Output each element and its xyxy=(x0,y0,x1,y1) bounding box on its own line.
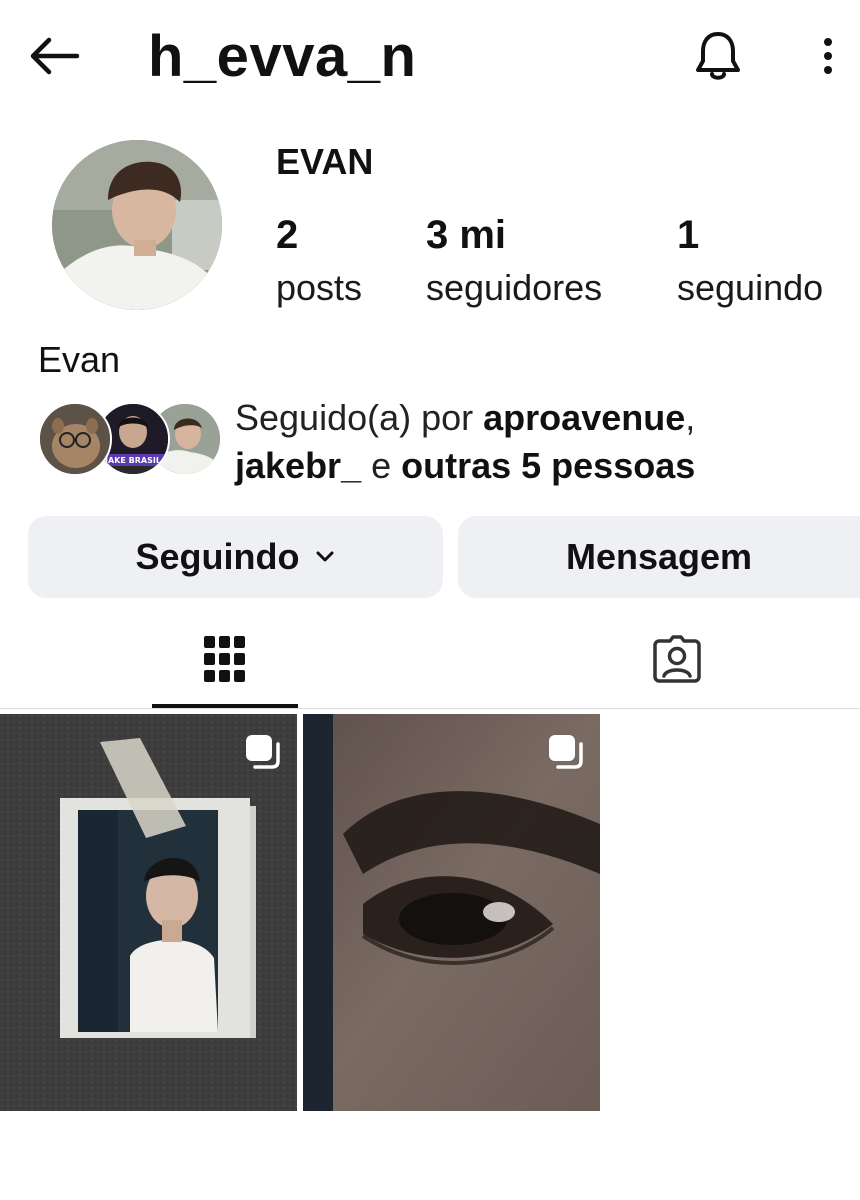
more-options-button[interactable] xyxy=(808,30,848,82)
post-thumbnail[interactable] xyxy=(303,714,600,1111)
profile-username: h_evva_n xyxy=(148,24,417,89)
display-name: EVAN xyxy=(276,141,374,182)
following-count-label: seguindo xyxy=(677,267,824,308)
posts-count-value: 2 xyxy=(276,213,299,257)
mutual-avatar xyxy=(38,402,112,476)
posts-count-label: posts xyxy=(276,267,363,308)
multiple-posts-icon xyxy=(246,735,280,769)
following-button[interactable]: Seguindo xyxy=(28,516,443,598)
followers-count[interactable]: 3 mi seguidores xyxy=(426,210,602,316)
back-button[interactable] xyxy=(22,30,86,82)
followers-count-value: 3 mi xyxy=(426,213,507,257)
more-vertical-icon xyxy=(824,38,832,74)
message-button-label: Mensagem xyxy=(565,536,753,577)
following-button-label: Seguindo xyxy=(135,536,300,577)
followed-by-others-link[interactable]: outras 5 pessoas xyxy=(401,445,695,486)
followed-by-prefix: Seguido(a) por xyxy=(235,397,484,438)
grid-icon xyxy=(204,636,245,682)
tab-posts-grid[interactable] xyxy=(152,612,298,706)
followed-by-user-link[interactable]: aproavenue xyxy=(483,397,685,438)
bio-name: Evan xyxy=(38,339,121,380)
post-image xyxy=(303,714,600,1111)
tabs-divider xyxy=(0,708,860,709)
followed-by-comma: , xyxy=(685,397,696,438)
mutual-followers-avatars[interactable]: JAKE BRASIL xyxy=(38,402,222,476)
tagged-user-icon xyxy=(653,635,701,683)
post-image xyxy=(0,714,297,1111)
followed-by-connector: e xyxy=(361,445,402,486)
back-arrow-icon xyxy=(30,37,80,75)
followed-by-user-link[interactable]: jakebr_ xyxy=(235,445,361,486)
mutual-avatar-badge: JAKE BRASIL xyxy=(104,456,161,465)
followers-count-label: seguidores xyxy=(426,267,603,308)
following-count-value: 1 xyxy=(677,213,700,257)
bell-icon xyxy=(696,32,740,80)
chevron-down-icon xyxy=(316,551,333,562)
notifications-button[interactable] xyxy=(688,26,748,86)
following-count[interactable]: 1 seguindo xyxy=(677,210,823,316)
message-button[interactable]: Mensagem xyxy=(458,516,860,598)
posts-count[interactable]: 2 posts xyxy=(276,210,362,316)
followed-by-text[interactable]: Seguido(a) por aproavenue, jakebr_ e out… xyxy=(235,394,835,490)
post-thumbnail[interactable] xyxy=(0,714,297,1111)
active-tab-indicator xyxy=(152,704,298,708)
profile-avatar[interactable] xyxy=(52,140,222,310)
multiple-posts-icon xyxy=(549,735,583,769)
tab-tagged[interactable] xyxy=(604,612,750,706)
